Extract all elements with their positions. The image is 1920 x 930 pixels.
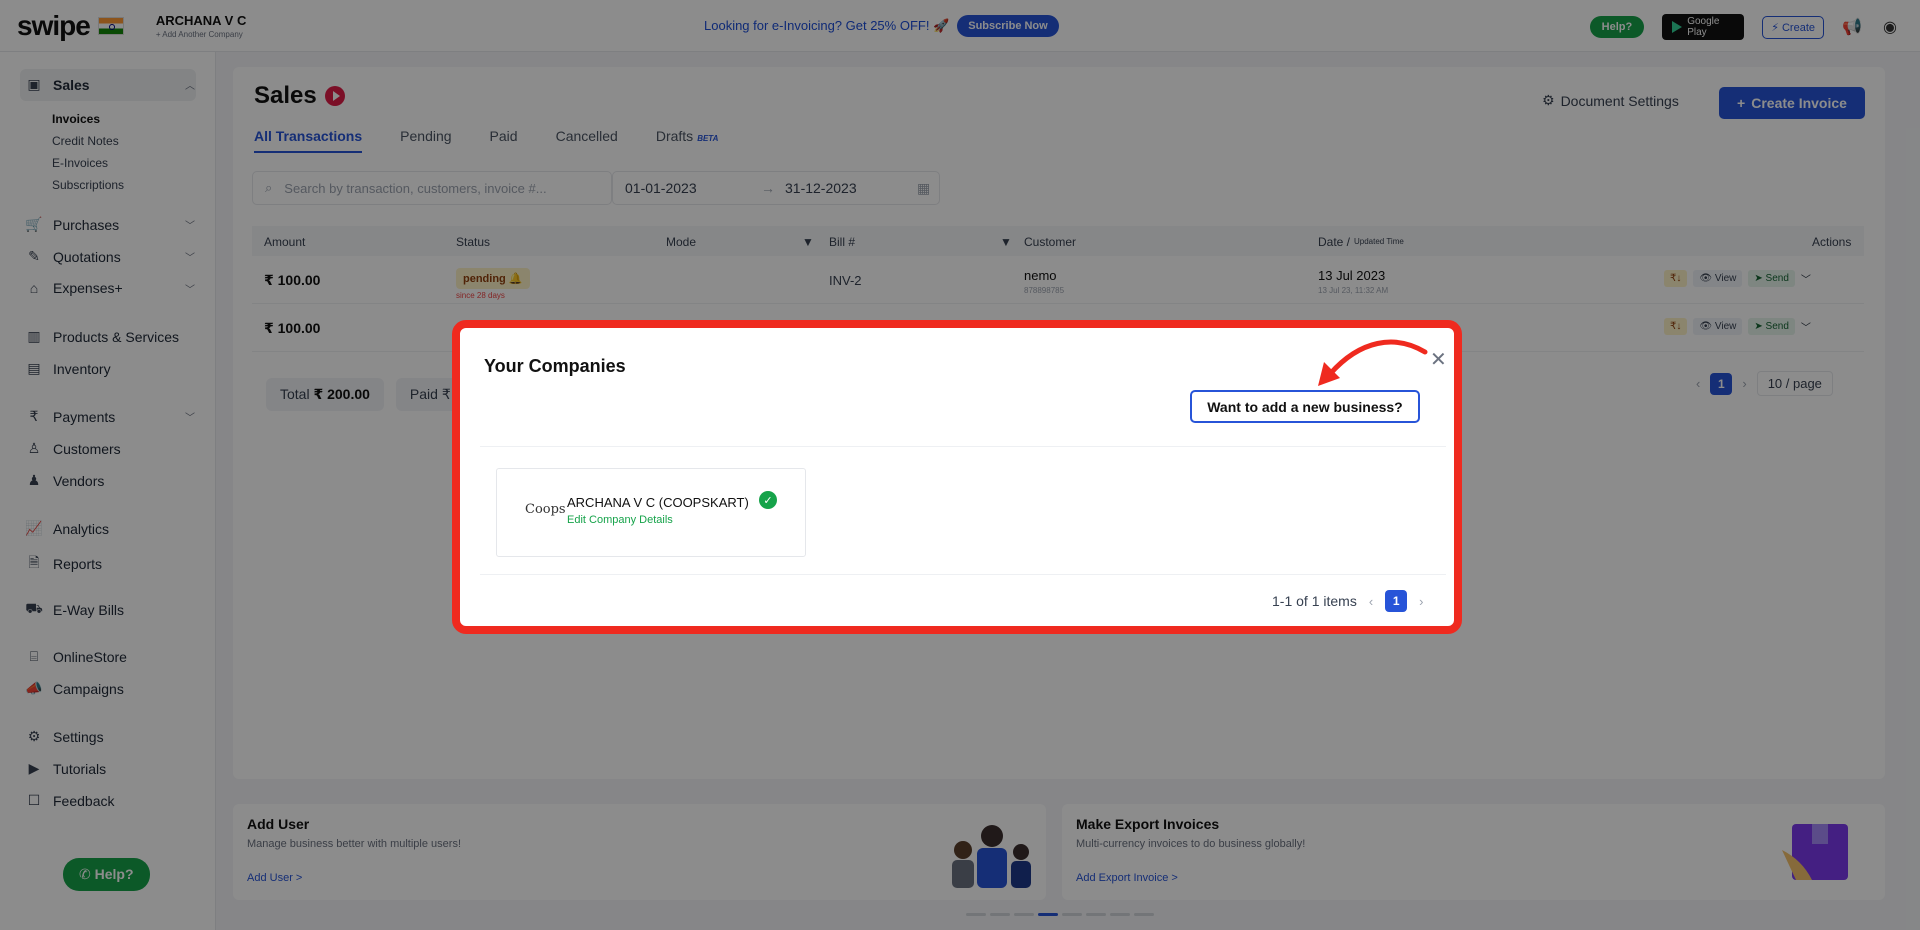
modal-title: Your Companies: [484, 356, 626, 376]
modal-divider: [480, 446, 1446, 447]
add-new-business-button[interactable]: Want to add a new business?: [1190, 390, 1420, 423]
next-page-icon[interactable]: ›: [1419, 594, 1423, 609]
your-companies-modal: Your Companies ✕ Want to add a new busin…: [452, 320, 1462, 634]
company-logo: Coops: [525, 502, 566, 517]
modal-divider: [480, 574, 1446, 575]
check-circle-icon: ✓: [759, 491, 777, 509]
page-number[interactable]: 1: [1385, 590, 1408, 612]
close-icon[interactable]: ✕: [1430, 350, 1447, 370]
prev-page-icon[interactable]: ‹: [1369, 594, 1373, 609]
annotation-arrow-icon: [1318, 339, 1428, 386]
modal-pagination: 1-1 of 1 items ‹ 1 ›: [1272, 590, 1424, 612]
edit-company-details-link[interactable]: Edit Company Details: [567, 514, 673, 526]
pagination-summary: 1-1 of 1 items: [1272, 593, 1357, 609]
company-card[interactable]: Coops ARCHANA V C (COOPSKART) ✓ Edit Com…: [496, 468, 806, 557]
company-card-name: ARCHANA V C (COOPSKART): [567, 495, 749, 510]
